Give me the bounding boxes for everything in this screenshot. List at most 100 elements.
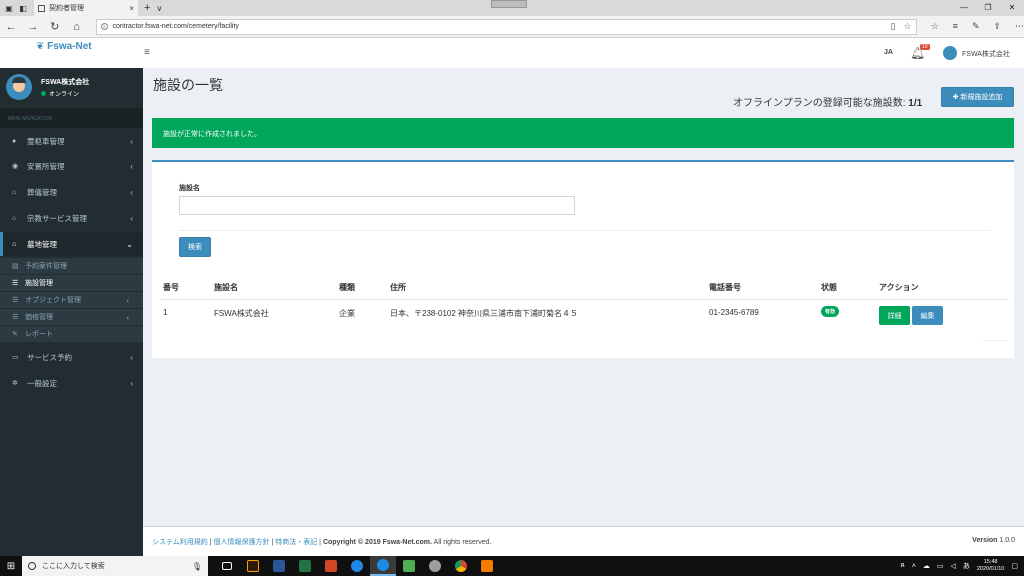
column-header-actions: アクション [879, 283, 919, 292]
detail-button[interactable]: 詳細 [879, 306, 910, 325]
notification-badge: 10 [920, 44, 930, 50]
reading-view-icon[interactable]: ▯ [891, 21, 896, 32]
column-header-name: 施設名 [214, 283, 238, 292]
illustrator-icon[interactable] [240, 556, 266, 576]
sidebar-item-hearse[interactable]: ● 霊柩車管理 ‹ [0, 129, 143, 153]
sidebar-item-funeral[interactable]: ⌂ 葬儀管理 ‹ [0, 180, 143, 204]
rights-text: All rights reserved. [433, 539, 492, 546]
sidebar-company-name: FSWA株式会社 [41, 79, 90, 86]
user-menu-name[interactable]: FSWA株式会社 [962, 49, 1010, 59]
commerce-law-link[interactable]: 特商法・表記 [275, 539, 317, 546]
people-icon[interactable]: ጸ [901, 562, 905, 570]
forward-icon[interactable]: → [22, 21, 44, 33]
facility-name-input[interactable] [179, 196, 575, 215]
clock-date: 2020/01/10 [976, 566, 1005, 572]
sidebar-item-service-booking[interactable]: ▭ サービス予約 ‹ [0, 345, 143, 369]
list-icon: ☰ [12, 297, 19, 304]
windows-start-icon[interactable]: ⊞ [0, 561, 22, 572]
ime-icon[interactable]: あ [963, 561, 970, 571]
microphone-icon[interactable]: 🎙︎ [192, 562, 202, 571]
tab-title: 契約者管理 [49, 5, 84, 12]
powerpoint-icon[interactable] [318, 556, 344, 576]
word-icon[interactable] [266, 556, 292, 576]
chevron-left-icon: ‹ [130, 352, 133, 362]
sidebar-item-morgue[interactable]: ◉ 安置所管理 ‹ [0, 154, 143, 178]
search-button[interactable]: 検索 [179, 237, 211, 257]
clock[interactable]: 15:48 2020/01/10 [977, 559, 1005, 573]
edge-active-icon[interactable] [370, 556, 396, 576]
notifications-icon[interactable]: ▢ [1011, 562, 1018, 570]
menu-toggle-icon[interactable]: ≡ [144, 47, 150, 58]
tab-list-icon[interactable]: ∨ [156, 4, 162, 13]
taskbar-search[interactable]: ここに入力して検索 🎙︎ [22, 556, 208, 576]
cell-name: FSWA株式会社 [214, 309, 269, 318]
favorite-star-icon[interactable]: ☆ [904, 21, 912, 32]
pen-icon[interactable]: ✎ [972, 21, 980, 32]
back-icon[interactable]: ← [0, 21, 22, 33]
window-drag-handle[interactable] [491, 0, 527, 8]
cart-icon: ▭ [12, 354, 19, 361]
language-selector[interactable]: JA [884, 49, 893, 56]
terms-link[interactable]: システム利用規約 [152, 539, 208, 546]
url-field[interactable]: i contractor.fswa-net.com/cemetery/facil… [95, 18, 917, 35]
plus-icon: ✚ [952, 94, 961, 101]
list-icon: ☰ [12, 314, 19, 321]
browser-tab[interactable]: 契約者管理 × [34, 0, 138, 16]
window-controls: — ❐ ✕ [952, 0, 1024, 16]
taskbar-search-placeholder: ここに入力して検索 [42, 563, 105, 570]
url-text: contractor.fswa-net.com/cemetery/facilit… [112, 23, 239, 30]
home-icon: ⌂ [12, 240, 17, 248]
privacy-link[interactable]: 個人情報保護方針 [214, 539, 270, 546]
spreadsheet-icon[interactable] [396, 556, 422, 576]
edit-button[interactable]: 編集 [912, 306, 943, 325]
more-icon[interactable]: ⋯ [1015, 21, 1024, 32]
new-tab-icon[interactable]: + [144, 2, 150, 14]
edge-legacy-icon[interactable] [344, 556, 370, 576]
chevron-left-icon: ‹ [130, 378, 133, 388]
leaf-icon: ❦ [36, 41, 48, 52]
chrome-icon[interactable] [448, 556, 474, 576]
tab-actions-icon[interactable]: ▣ [4, 3, 14, 13]
sidebar-subitem-reservations[interactable]: ▤ 予約案件管理 [0, 258, 143, 274]
network-icon[interactable]: ▭ [937, 562, 944, 570]
brand-logo[interactable]: ❦ Fswa-Net [36, 41, 92, 52]
sidebar-item-cemetery[interactable]: ⌂ 墓地管理 ⌄ [0, 232, 143, 256]
add-facility-button[interactable]: ✚ 新規施設追加 [941, 87, 1014, 107]
column-header-address: 住所 [390, 283, 406, 292]
tabs-aside-icon[interactable]: ◧ [18, 3, 28, 13]
list-icon: ☰ [12, 280, 19, 287]
restore-icon[interactable]: ❐ [976, 0, 1000, 16]
refresh-icon[interactable]: ↻ [44, 20, 66, 33]
volume-icon[interactable]: ◁ [950, 562, 955, 570]
car-icon: ● [12, 137, 17, 145]
sidebar-subitem-objects[interactable]: ☰ オブジェクト管理 ‹ [0, 292, 143, 308]
cloud-icon[interactable]: ☁ [923, 562, 930, 570]
home-icon[interactable]: ⌂ [66, 21, 88, 33]
task-view-icon[interactable] [214, 556, 240, 576]
excel-icon[interactable] [292, 556, 318, 576]
sidebar-item-settings[interactable]: ✲ 一般設定 ‹ [0, 371, 143, 395]
favorites-icon[interactable]: ☆ [931, 21, 939, 32]
home-icon: ⌂ [12, 214, 17, 222]
plan-count: 1/1 [908, 98, 923, 109]
vpn-icon[interactable] [422, 556, 448, 576]
hub-icon[interactable]: ≡ [953, 21, 958, 32]
pagination-area [982, 340, 1008, 341]
share-icon[interactable]: ⇪ [993, 21, 1001, 32]
sidebar-subitem-facilities[interactable]: ☰ 施設管理 [0, 275, 143, 291]
sidebar-subitem-reports[interactable]: ✎ レポート [0, 326, 143, 342]
minimize-icon[interactable]: — [952, 0, 976, 16]
edit-icon: ✎ [12, 331, 18, 338]
chevron-left-icon: ‹ [126, 295, 129, 305]
chevron-up-icon[interactable]: ˄ [912, 563, 916, 570]
online-status: オンライン [41, 89, 79, 98]
close-window-icon[interactable]: ✕ [1000, 0, 1024, 16]
site-info-icon[interactable]: i [100, 23, 108, 30]
chevron-left-icon: ‹ [130, 187, 133, 197]
media-player-icon[interactable] [474, 556, 500, 576]
sidebar-subitem-pricing[interactable]: ☰ 価格管理 ‹ [0, 309, 143, 325]
user-avatar[interactable] [943, 46, 957, 60]
close-tab-icon[interactable]: × [129, 4, 134, 13]
page-footer: システム利用規約 | 個人情報保護方針 | 特商法・表記 | Copyright… [143, 526, 1024, 556]
sidebar-item-religious[interactable]: ⌂ 宗教サービス管理 ‹ [0, 206, 143, 230]
